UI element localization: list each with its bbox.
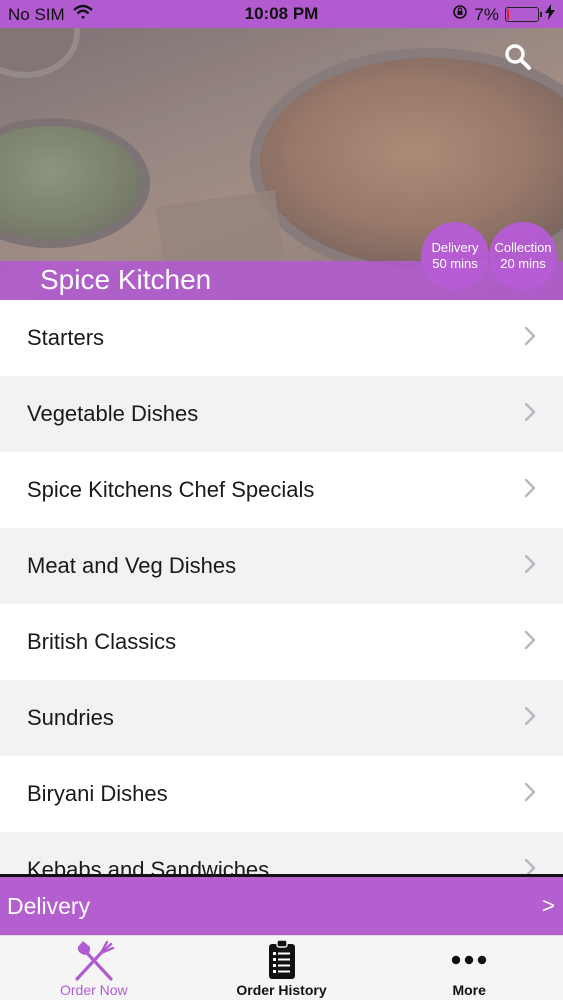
menu-category-row[interactable]: Sundries	[0, 680, 563, 756]
tab-order-now[interactable]: Order Now	[0, 936, 188, 1000]
menu-category-label: British Classics	[27, 629, 177, 654]
chevron-right-icon	[523, 629, 537, 656]
restaurant-title: Spice Kitchen	[40, 264, 212, 295]
tab-more-label: More	[452, 982, 486, 998]
more-dots-icon	[451, 938, 487, 982]
delivery-badge-label: Delivery	[431, 240, 479, 255]
order-mode-arrow: >	[542, 893, 555, 918]
chevron-right-icon	[523, 705, 537, 732]
menu-category-label: Starters	[27, 325, 105, 350]
menu-category-label: Biryani Dishes	[27, 781, 168, 806]
search-icon	[505, 44, 531, 70]
menu-category-label: Meat and Veg Dishes	[27, 553, 237, 578]
chevron-right-icon	[523, 477, 537, 504]
menu-category-list: Starters Vegetable Dishes Spice Kitchens C…	[0, 300, 563, 876]
menu-category-label: Vegetable Dishes	[27, 401, 199, 426]
menu-category-label: Sundries	[27, 705, 114, 730]
battery-icon	[505, 7, 542, 22]
tab-more[interactable]: More	[375, 936, 563, 1000]
status-right: 7%	[452, 4, 555, 25]
tab-order-history[interactable]: Order History	[188, 936, 376, 1000]
fork-knife-icon	[71, 938, 117, 982]
menu-category-row[interactable]: Biryani Dishes	[0, 756, 563, 832]
search-button[interactable]	[503, 42, 533, 72]
orientation-lock-icon	[452, 4, 468, 25]
menu-category-row[interactable]: Meat and Veg Dishes	[0, 528, 563, 604]
order-mode-label: Delivery	[7, 892, 91, 919]
tab-order-now-label: Order Now	[59, 982, 128, 998]
menu-category-row[interactable]: Vegetable Dishes	[0, 376, 563, 452]
charging-bolt-icon	[545, 4, 555, 25]
delivery-time-badge: Delivery 50 mins	[421, 222, 489, 290]
status-bar: No SIM 10:08 PM 7%	[0, 0, 563, 28]
tab-order-history-label: Order History	[236, 982, 327, 998]
menu-category-row[interactable]: Kebabs and Sandwiches	[0, 832, 563, 876]
collection-badge-time: 20 mins	[500, 256, 546, 271]
restaurant-hero-image: Spice Kitchen Delivery 50 mins Collectio…	[0, 28, 563, 300]
chevron-right-icon	[523, 781, 537, 808]
order-mode-bar[interactable]: Delivery >	[0, 874, 563, 935]
collection-time-badge: Collection 20 mins	[489, 222, 557, 290]
tab-bar: Order Now Order History More	[0, 935, 563, 1000]
menu-category-row[interactable]: British Classics	[0, 604, 563, 680]
chevron-right-icon	[523, 553, 537, 580]
chevron-right-icon	[523, 325, 537, 352]
battery-level	[507, 9, 510, 20]
clipboard-list-icon	[268, 938, 296, 982]
menu-category-row[interactable]: Spice Kitchens Chef Specials	[0, 452, 563, 528]
collection-badge-label: Collection	[494, 240, 552, 255]
menu-category-row[interactable]: Starters	[0, 300, 563, 376]
menu-category-label: Spice Kitchens Chef Specials	[27, 477, 315, 502]
battery-percent: 7%	[474, 4, 499, 24]
chevron-right-icon	[523, 401, 537, 428]
delivery-badge-time: 50 mins	[432, 256, 478, 271]
